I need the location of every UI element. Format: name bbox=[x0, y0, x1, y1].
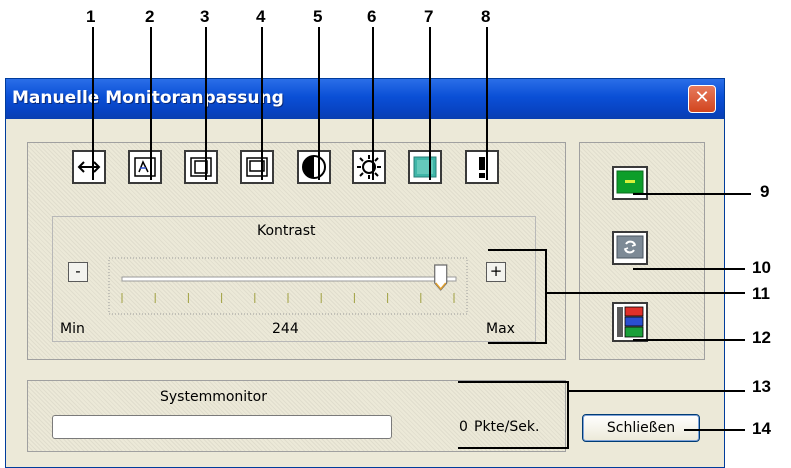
callout-1: 1 bbox=[86, 7, 96, 26]
callout-3: 3 bbox=[200, 7, 210, 26]
contrast-value: 244 bbox=[272, 321, 299, 337]
callout-8: 8 bbox=[481, 7, 491, 26]
h-size-icon bbox=[77, 161, 101, 173]
callout-line-10 bbox=[633, 268, 745, 270]
brightness-button[interactable] bbox=[352, 150, 386, 184]
callout-10: 10 bbox=[752, 258, 771, 277]
system-monitor-progress bbox=[52, 415, 392, 439]
callout-4: 4 bbox=[256, 7, 266, 26]
callout-line-7 bbox=[429, 27, 431, 180]
callout-12: 12 bbox=[752, 328, 771, 347]
callout-line-11-vertical bbox=[545, 249, 547, 343]
callout-5: 5 bbox=[313, 7, 323, 26]
callout-line-4 bbox=[261, 27, 263, 180]
callout-line-13 bbox=[567, 390, 745, 392]
contrast-icon bbox=[302, 155, 326, 179]
callout-2: 2 bbox=[145, 7, 155, 26]
v-size-icon bbox=[190, 157, 212, 177]
slider-ticks bbox=[121, 293, 455, 303]
contrast-decrease-button[interactable]: - bbox=[68, 262, 88, 282]
callout-6: 6 bbox=[367, 7, 377, 26]
system-monitor-label: Systemmonitor bbox=[160, 389, 267, 405]
position-button[interactable] bbox=[128, 150, 162, 184]
h-position-icon bbox=[246, 157, 268, 177]
callout-line-5 bbox=[318, 27, 320, 180]
callout-line-11-top bbox=[488, 249, 546, 251]
slider-thumb[interactable] bbox=[434, 264, 448, 291]
close-icon: ✕ bbox=[694, 87, 710, 108]
refresh-icon bbox=[616, 235, 644, 259]
callout-line-3 bbox=[205, 27, 207, 180]
contrast-button[interactable] bbox=[297, 150, 331, 184]
callout-7: 7 bbox=[424, 7, 434, 26]
contrast-increase-button[interactable]: + bbox=[486, 262, 506, 282]
rate-unit: Pkte/Sek. bbox=[474, 419, 540, 435]
rate-value: 0 bbox=[459, 419, 468, 435]
title-bar[interactable]: Manuelle Monitoranpassung ✕ bbox=[6, 79, 724, 119]
info-icon bbox=[479, 157, 485, 178]
position-icon bbox=[134, 157, 156, 177]
callout-9: 9 bbox=[760, 182, 770, 201]
callout-line-14 bbox=[684, 429, 745, 431]
color-button[interactable] bbox=[408, 150, 442, 184]
callout-line-11 bbox=[545, 292, 745, 294]
v-size-button[interactable] bbox=[184, 150, 218, 184]
contrast-slider[interactable] bbox=[108, 257, 468, 315]
callout-line-2 bbox=[150, 27, 152, 180]
h-position-button[interactable] bbox=[240, 150, 274, 184]
contrast-max-label: Max bbox=[486, 321, 515, 337]
contrast-label: Kontrast bbox=[257, 223, 316, 239]
contrast-min-label: Min bbox=[60, 321, 85, 337]
color-icon bbox=[413, 156, 437, 178]
dialog-title: Manuelle Monitoranpassung bbox=[12, 88, 284, 108]
color-bars-button[interactable] bbox=[612, 302, 648, 342]
callout-11: 11 bbox=[752, 284, 770, 303]
h-size-button[interactable] bbox=[72, 150, 106, 184]
callout-14: 14 bbox=[752, 419, 771, 438]
callout-line-11-bottom bbox=[488, 342, 547, 344]
callout-line-12 bbox=[633, 339, 745, 341]
close-window-button[interactable]: ✕ bbox=[688, 85, 716, 113]
refresh-button[interactable] bbox=[612, 231, 648, 265]
callout-line-1 bbox=[92, 27, 94, 180]
callout-line-13-top bbox=[458, 381, 568, 383]
info-button[interactable] bbox=[465, 150, 499, 184]
brightness-icon bbox=[357, 155, 381, 179]
close-dialog-button[interactable]: Schließen bbox=[582, 414, 700, 442]
callout-line-8 bbox=[486, 27, 488, 180]
color-bars-icon bbox=[617, 306, 644, 338]
callout-13: 13 bbox=[752, 377, 771, 396]
callout-line-13-bottom bbox=[458, 447, 569, 449]
callout-line-6 bbox=[372, 27, 374, 180]
callout-line-9 bbox=[633, 193, 751, 195]
